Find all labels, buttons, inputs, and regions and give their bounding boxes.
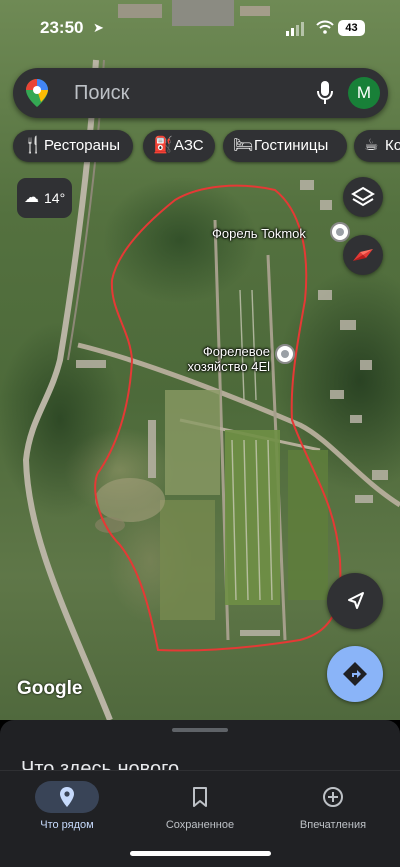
microphone-icon[interactable] bbox=[316, 80, 334, 106]
tab-saved[interactable]: Сохраненное bbox=[133, 779, 267, 839]
partly-cloudy-night-icon: ☁ bbox=[24, 189, 39, 206]
home-indicator[interactable] bbox=[130, 851, 271, 856]
tab-contribute[interactable]: Впечатления bbox=[266, 779, 400, 839]
fork-knife-icon: 🍴 bbox=[23, 137, 43, 154]
directions-button[interactable] bbox=[327, 646, 383, 702]
chip-label: Гостиницы bbox=[254, 137, 329, 154]
location-arrow-icon: ➤ bbox=[93, 20, 104, 35]
weather-temperature: 14° bbox=[44, 190, 66, 206]
layers-button[interactable] bbox=[343, 177, 383, 217]
chip-gas-stations[interactable]: ⛽ АЗС bbox=[143, 130, 215, 162]
compass-button[interactable] bbox=[343, 235, 383, 275]
compass-icon bbox=[353, 249, 373, 261]
bed-icon: 🛏 bbox=[233, 137, 254, 154]
cellular-signal-icon bbox=[286, 22, 304, 36]
plus-circle-icon bbox=[323, 787, 343, 807]
google-maps-pin-icon bbox=[26, 79, 48, 107]
place-label-forel-farm[interactable]: Форелевое хозяйство 4El bbox=[170, 344, 270, 374]
sheet-drag-handle[interactable] bbox=[172, 728, 228, 732]
place-label-forel-tokmok[interactable]: Форель Tokmok bbox=[212, 226, 306, 241]
place-pin-forel-farm[interactable] bbox=[275, 344, 295, 364]
tab-label: Что рядом bbox=[40, 819, 94, 831]
category-chips: 🍴 Рестораны ⛽ АЗС 🛏 Гостиницы ☕ Ко bbox=[13, 130, 400, 162]
chip-restaurants[interactable]: 🍴 Рестораны bbox=[13, 130, 133, 162]
bookmark-icon bbox=[193, 787, 207, 807]
location-pin-icon bbox=[60, 787, 74, 807]
navigation-arrow-icon bbox=[348, 592, 364, 609]
tab-label: Сохраненное bbox=[165, 819, 235, 831]
fuel-pump-icon: ⛽ bbox=[153, 137, 173, 154]
tab-label: Впечатления bbox=[299, 819, 367, 831]
tab-explore[interactable]: Что рядом bbox=[0, 779, 134, 839]
account-avatar[interactable]: M bbox=[348, 77, 380, 109]
weather-widget[interactable]: ☁ 14° bbox=[17, 178, 72, 218]
battery-level: 43 bbox=[338, 20, 365, 36]
coffee-cup-icon: ☕ bbox=[364, 137, 379, 154]
tab-icon-container bbox=[35, 781, 99, 813]
wifi-icon bbox=[316, 20, 334, 34]
search-input[interactable]: Поиск bbox=[74, 82, 129, 105]
google-logo: Google bbox=[17, 678, 83, 699]
tab-icon-container bbox=[301, 781, 365, 813]
search-bar[interactable]: Поиск M bbox=[13, 68, 388, 118]
chip-label: Ко bbox=[385, 137, 400, 154]
chip-label: АЗС bbox=[174, 137, 204, 154]
status-bar: 23:50 ➤ 43 bbox=[0, 14, 400, 44]
layers-icon bbox=[351, 186, 375, 207]
chip-coffee[interactable]: ☕ Ко bbox=[354, 130, 400, 162]
status-time: 23:50 bbox=[40, 18, 84, 37]
my-location-button[interactable] bbox=[327, 573, 383, 629]
tab-icon-container bbox=[168, 781, 232, 813]
chip-hotels[interactable]: 🛏 Гостиницы bbox=[223, 130, 347, 162]
directions-icon bbox=[343, 662, 367, 686]
chip-label: Рестораны bbox=[44, 137, 120, 154]
